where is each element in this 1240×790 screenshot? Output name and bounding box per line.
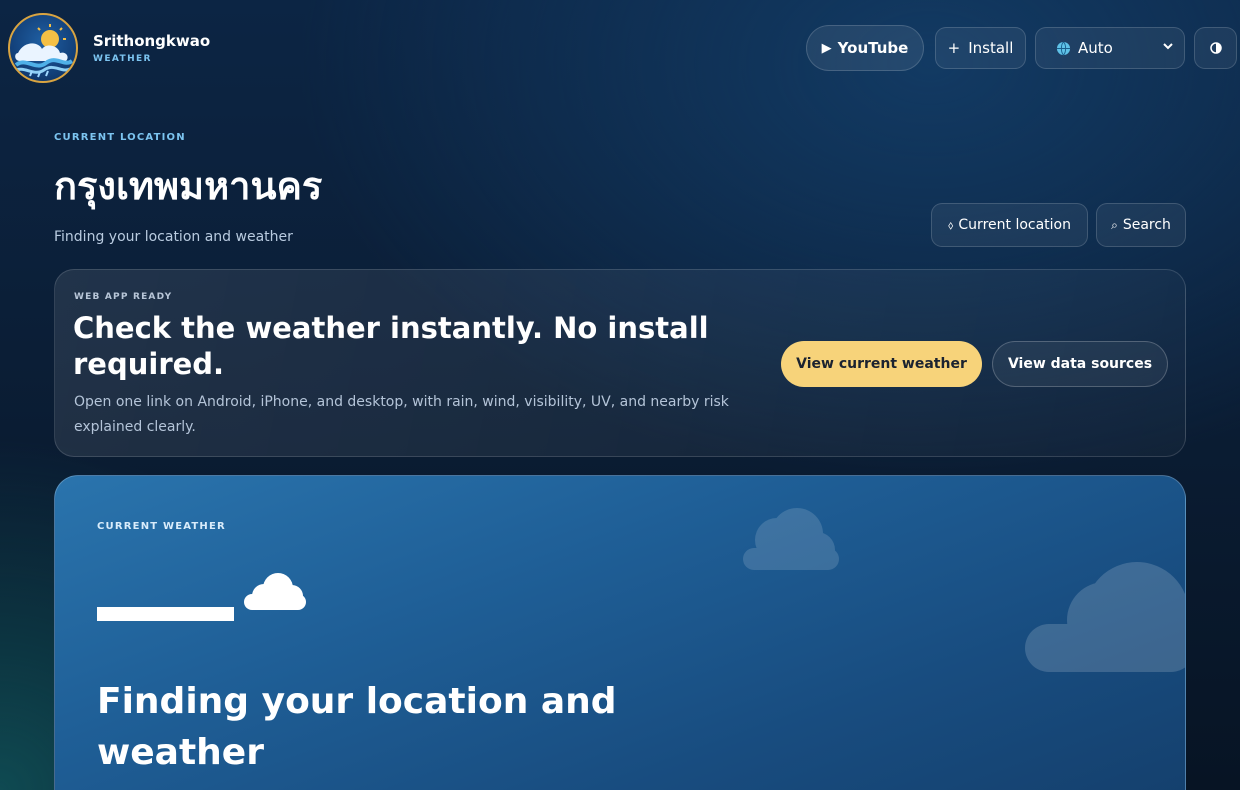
promo-title: Check the weather instantly. No install …: [73, 311, 709, 381]
view-current-weather-button[interactable]: View current weather: [781, 341, 982, 387]
search-label: Search: [1122, 217, 1171, 233]
contrast-icon: [1209, 42, 1222, 54]
location-eyebrow: CURRENT LOCATION: [54, 132, 186, 143]
current-location-label: Current location: [958, 217, 1071, 233]
view-data-sources-button[interactable]: View data sources: [992, 341, 1168, 387]
cloud-icon: [244, 573, 306, 610]
theme-toggle-button[interactable]: [1194, 27, 1237, 69]
web-app-promo-card: WEB APP READY Check the weather instantl…: [54, 269, 1186, 457]
location-status: Finding your location and weather: [54, 229, 293, 245]
search-icon: ⌕: [1111, 217, 1118, 232]
play-icon: ▶: [821, 40, 832, 56]
current-weather-headline: Finding your location and weather: [97, 681, 617, 773]
install-label: Install: [968, 39, 1014, 57]
globe-icon: [1056, 41, 1071, 55]
brand-subtitle: WEATHER: [93, 54, 152, 64]
chevron-down-icon: [1163, 43, 1173, 50]
promo-eyebrow: WEB APP READY: [74, 292, 173, 302]
youtube-button[interactable]: ▶ YouTube: [806, 25, 924, 71]
language-value: Auto: [1078, 39, 1113, 57]
weather-logo-icon[interactable]: [8, 13, 78, 83]
brand-name: Srithongkwao: [93, 32, 211, 50]
plus-icon: +: [947, 39, 961, 57]
current-location-button[interactable]: ⬨ Current location: [931, 203, 1088, 247]
decorative-cloud-icon: [1025, 562, 1185, 672]
temperature-placeholder: [97, 607, 234, 621]
youtube-label: YouTube: [837, 39, 909, 57]
language-select[interactable]: Auto: [1035, 27, 1185, 69]
app-header: Srithongkwao WEATHER ▶ YouTube + Install…: [0, 0, 1240, 96]
location-arrow-icon: ⬨: [948, 217, 954, 232]
promo-description: Open one link on Android, iPhone, and de…: [74, 394, 729, 435]
search-button[interactable]: ⌕ Search: [1096, 203, 1186, 247]
current-weather-eyebrow: CURRENT WEATHER: [97, 521, 226, 532]
install-button[interactable]: + Install: [935, 27, 1026, 69]
location-title: กรุงเทพมหานคร: [54, 164, 323, 208]
decorative-cloud-icon: [743, 508, 839, 570]
current-weather-card: CURRENT WEATHER Finding your location an…: [54, 475, 1186, 790]
